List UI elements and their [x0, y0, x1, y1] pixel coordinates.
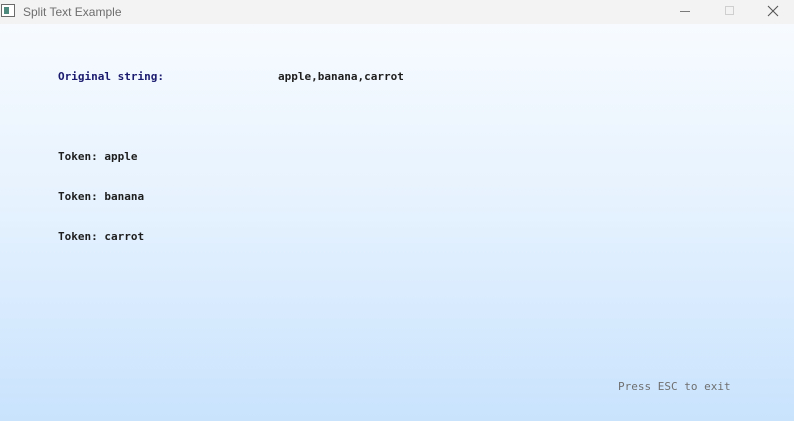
original-string-value: apple,banana,carrot	[278, 70, 404, 83]
token-line: Token: apple	[58, 150, 138, 163]
client-area: Original string: apple,banana,carrot Tok…	[0, 24, 794, 421]
app-window-icon[interactable]	[1, 4, 15, 17]
original-string-label: Original string:	[58, 70, 164, 83]
minimize-icon	[680, 11, 690, 12]
app-icon-pane	[4, 7, 9, 14]
minimize-button[interactable]	[663, 0, 707, 24]
maximize-icon	[725, 6, 734, 15]
close-button[interactable]	[751, 0, 794, 24]
close-icon	[767, 5, 779, 17]
maximize-button[interactable]	[707, 0, 751, 24]
exit-hint: Press ESC to exit	[618, 380, 731, 393]
token-line: Token: banana	[58, 190, 145, 203]
token-line: Token: carrot	[58, 230, 145, 243]
window-title: Split Text Example	[23, 5, 122, 19]
app-window: Split Text Example Original string: appl…	[0, 0, 794, 421]
title-bar[interactable]: Split Text Example	[0, 0, 794, 24]
